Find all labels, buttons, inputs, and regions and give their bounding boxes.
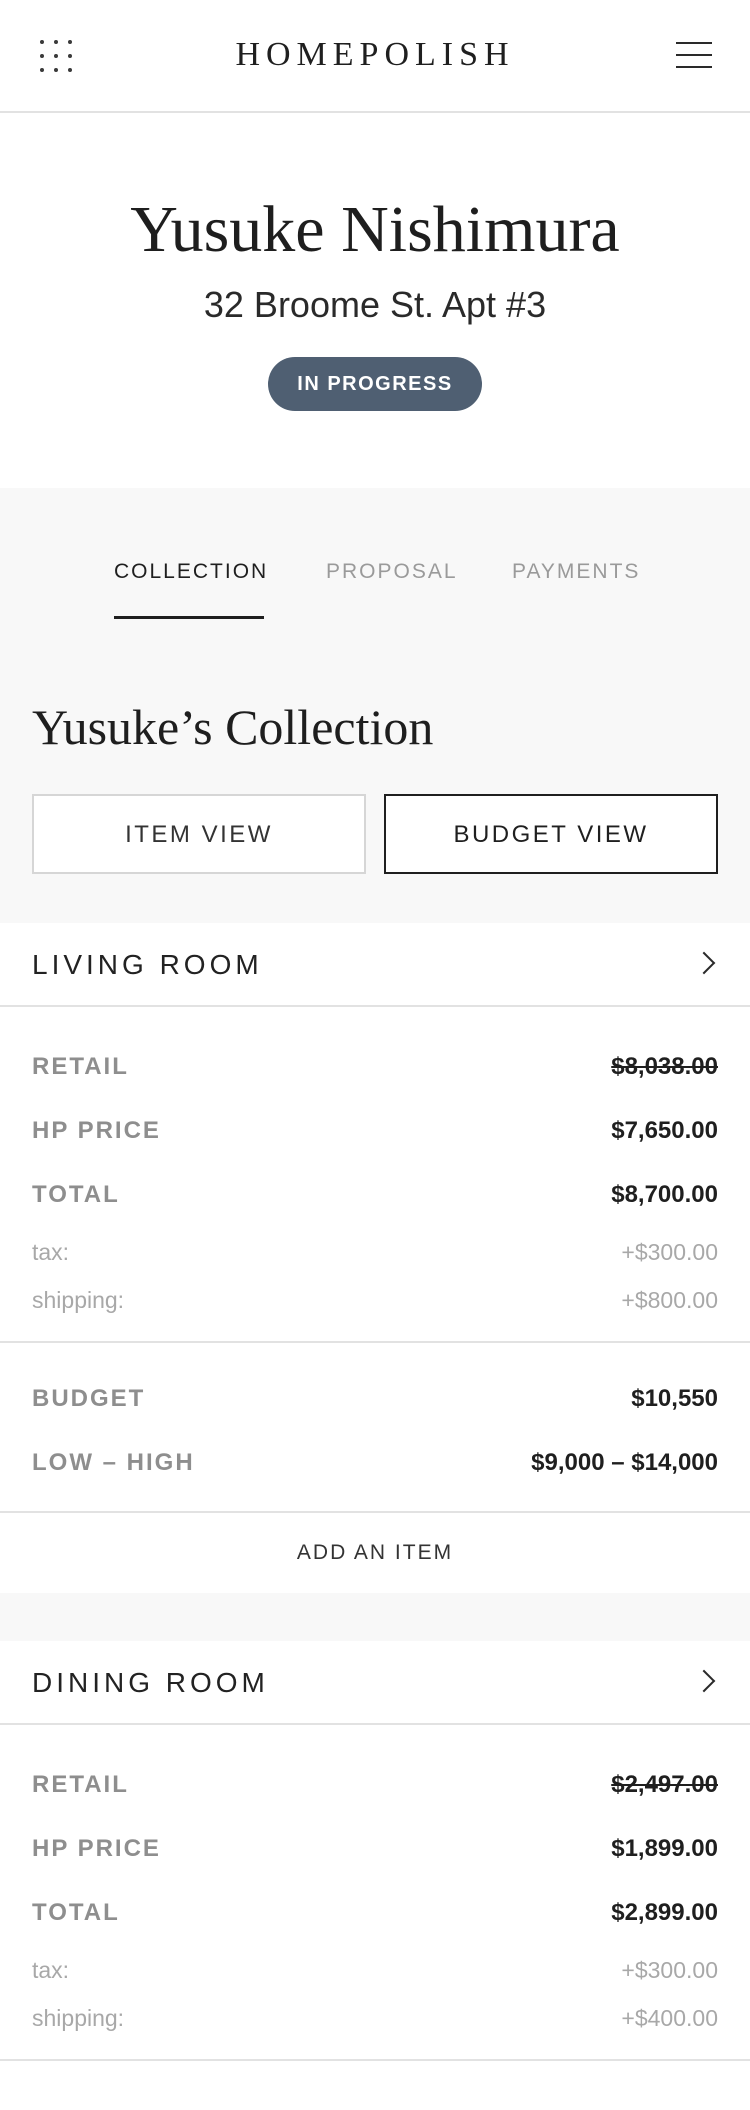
- budget-range-value: $9,000 – $14,000: [531, 1449, 718, 1476]
- tax-label: tax:: [32, 1239, 70, 1265]
- budget-value: $10,550: [631, 1385, 718, 1412]
- shipping-value: +$400.00: [621, 2005, 718, 2031]
- shipping-label: shipping:: [32, 2005, 125, 2031]
- hp-price-label: HP PRICE: [32, 1835, 161, 1862]
- room-header[interactable]: DINING ROOM: [0, 1641, 750, 1725]
- total-value: $2,899.00: [611, 1899, 718, 1926]
- room-name: DINING ROOM: [32, 1667, 269, 1698]
- tab-bar: COLLECTION PROPOSAL PAYMENTS: [0, 560, 750, 606]
- room-budget: BUDGET $10,550 LOW – HIGH $9,000 – $14,0…: [0, 1343, 750, 1513]
- tax-label: tax:: [32, 1957, 70, 1983]
- chevron-right-icon[interactable]: [692, 951, 716, 975]
- chevron-right-icon[interactable]: [692, 1669, 716, 1693]
- tab-proposal[interactable]: PROPOSAL: [326, 560, 458, 584]
- room-name: LIVING ROOM: [32, 949, 263, 980]
- budget-row: BUDGET $10,550: [0, 1367, 750, 1431]
- budget-range-label: LOW – HIGH: [32, 1449, 195, 1476]
- shipping-value: +$800.00: [621, 1287, 718, 1313]
- retail-row: RETAIL $8,038.00: [0, 1035, 750, 1099]
- room-card-dining-room: DINING ROOM RETAIL $2,497.00 HP PRICE $1…: [0, 1641, 750, 2061]
- tax-row: tax: +$300.00: [0, 1945, 750, 1993]
- retail-label: RETAIL: [32, 1053, 129, 1080]
- tax-value: +$300.00: [621, 1957, 718, 1983]
- retail-row: RETAIL $2,497.00: [0, 1753, 750, 1817]
- budget-range-row: LOW – HIGH $9,000 – $14,000: [0, 1431, 750, 1495]
- hp-price-row: HP PRICE $1,899.00: [0, 1817, 750, 1881]
- client-name: Yusuke Nishimura: [130, 193, 620, 266]
- active-tab-indicator: [114, 616, 264, 619]
- retail-label: RETAIL: [32, 1771, 129, 1798]
- shipping-label: shipping:: [32, 1287, 125, 1313]
- room-card-living-room: LIVING ROOM RETAIL $8,038.00 HP PRICE $7…: [0, 923, 750, 1593]
- item-view-button[interactable]: ITEM VIEW: [32, 794, 366, 874]
- tab-payments[interactable]: PAYMENTS: [512, 560, 640, 584]
- status-badge: IN PROGRESS: [268, 357, 482, 411]
- shipping-row: shipping: +$800.00: [0, 1275, 750, 1323]
- hp-price-value: $7,650.00: [611, 1117, 718, 1144]
- client-address: 32 Broome St. Apt #3: [203, 284, 547, 325]
- hamburger-menu-icon[interactable]: [676, 42, 712, 68]
- section-spacer: [0, 1593, 750, 1641]
- collection-panel: COLLECTION PROPOSAL PAYMENTS Yusuke’s Co…: [0, 488, 750, 923]
- budget-label: BUDGET: [32, 1385, 146, 1412]
- total-row: TOTAL $2,899.00: [0, 1881, 750, 1945]
- client-header: Yusuke Nishimura 32 Broome St. Apt #3 IN…: [0, 113, 750, 488]
- total-value: $8,700.00: [611, 1181, 718, 1208]
- hp-price-row: HP PRICE $7,650.00: [0, 1099, 750, 1163]
- retail-value: $8,038.00: [611, 1053, 718, 1080]
- total-label: TOTAL: [32, 1899, 120, 1926]
- total-label: TOTAL: [32, 1181, 120, 1208]
- top-bar: HOMEPOLISH: [0, 0, 750, 113]
- total-row: TOTAL $8,700.00: [0, 1163, 750, 1227]
- hp-price-value: $1,899.00: [611, 1835, 718, 1862]
- tax-row: tax: +$300.00: [0, 1227, 750, 1275]
- add-item-button[interactable]: ADD AN ITEM: [0, 1513, 750, 1593]
- shipping-row: shipping: +$400.00: [0, 1993, 750, 2041]
- collection-title: Yusuke’s Collection: [32, 699, 434, 755]
- budget-view-button[interactable]: BUDGET VIEW: [384, 794, 718, 874]
- tab-collection[interactable]: COLLECTION: [114, 560, 268, 584]
- retail-value: $2,497.00: [611, 1771, 718, 1798]
- room-header[interactable]: LIVING ROOM: [0, 923, 750, 1007]
- tax-value: +$300.00: [621, 1239, 718, 1265]
- room-pricing: RETAIL $8,038.00 HP PRICE $7,650.00 TOTA…: [0, 1007, 750, 1343]
- hp-price-label: HP PRICE: [32, 1117, 161, 1144]
- room-pricing: RETAIL $2,497.00 HP PRICE $1,899.00 TOTA…: [0, 1725, 750, 2061]
- brand-logo[interactable]: HOMEPOLISH: [0, 36, 750, 74]
